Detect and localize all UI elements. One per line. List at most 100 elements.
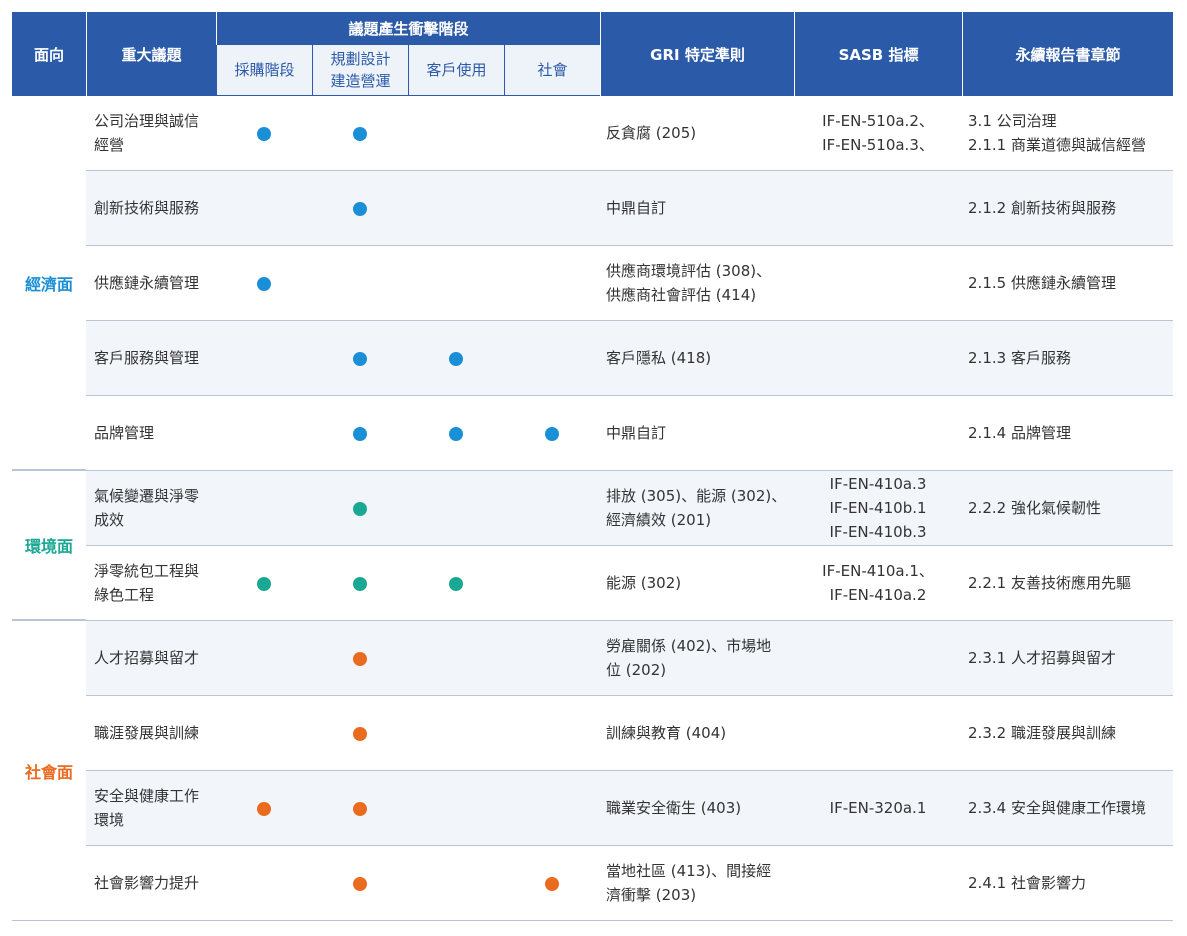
stage-cell: [504, 396, 601, 471]
topic-cell: 創新技術與服務: [86, 171, 216, 246]
cell-line: 2.1.5 供應鏈永續管理: [968, 274, 1116, 292]
sasb-cell: IF-EN-320a.1: [794, 771, 963, 846]
cell-line: 濟衝擊 (203): [606, 886, 697, 904]
topic-cell: 氣候變遷與淨零 成效: [86, 471, 216, 546]
stage-cell: [312, 846, 408, 921]
table-row: 供應鏈永續管理 供應商環境評估 (308)、 供應商社會評估 (414) 2.1.5 …: [12, 246, 1174, 321]
stage-cell: [408, 171, 504, 246]
impact-dot-icon: [257, 276, 271, 291]
impact-dot-icon: [545, 426, 559, 441]
cell-line: IF-EN-410a.2: [829, 586, 927, 604]
table-row: 淨零統包工程與 綠色工程 能源 (302) IF-EN-410a.1、 IF-EN-41…: [12, 546, 1174, 621]
stage-cell: [504, 846, 601, 921]
stage-cell: [504, 471, 601, 546]
header-chapter: 永續報告書章節: [962, 12, 1174, 96]
sasb-cell: [794, 321, 963, 396]
table-row: 社會面 人才招募與留才 勞雇關係 (402)、市場地位 (202) 2.3.1 人才招…: [12, 621, 1174, 921]
stage-cell: [216, 546, 312, 621]
cell-line: 公司治理與誠信: [94, 112, 200, 130]
gri-cell: 中鼎自訂: [600, 396, 795, 471]
stage-cell: [408, 771, 504, 846]
stage-cell: [312, 546, 408, 621]
sasb-cell: IF-EN-510a.2、 IF-EN-510a.3、: [794, 96, 963, 171]
cell-line: 經濟績效 (201): [606, 511, 712, 529]
aspect-env: 環境面: [12, 471, 86, 621]
cell-line: 綠色工程: [94, 586, 155, 604]
gri-cell: 供應商環境評估 (308)、 供應商社會評估 (414): [600, 246, 795, 321]
cell-line: 3.1 公司治理: [968, 112, 1057, 130]
cell-line: 品牌管理: [94, 424, 155, 442]
cell-line: 反貪腐 (205): [606, 124, 697, 142]
topic-cell: 品牌管理: [86, 396, 216, 471]
sasb-cell: [794, 621, 963, 696]
cell-line: 2.3.2 職涯發展與訓練: [968, 724, 1116, 742]
cell-line: IF-EN-320a.1: [829, 799, 927, 817]
gri-cell: 反貪腐 (205): [600, 96, 795, 171]
stage-cell: [504, 246, 601, 321]
chapter-cell: 2.1.2 創新技術與服務: [962, 171, 1174, 246]
stage-cell: [408, 246, 504, 321]
cell-line: 當地社區 (413)、間接經: [606, 862, 772, 880]
cell-line: 位 (202): [606, 661, 667, 679]
stage-cell: [408, 546, 504, 621]
topic-cell: 公司治理與誠信 經營: [86, 96, 216, 171]
topic-cell: 客戶服務與管理: [86, 321, 216, 396]
header-stage-procurement: 採購階段: [216, 45, 312, 96]
table-body: 經濟面 公司治理與誠信 經營 反貪腐 (205) IF-EN-510a.2、 IF-EN-…: [12, 96, 1174, 921]
topic-cell: 淨零統包工程與 綠色工程: [86, 546, 216, 621]
cell-line: 中鼎自訂: [606, 199, 667, 217]
cell-line: 客戶服務與管理: [94, 349, 200, 367]
stage-cell: [216, 621, 312, 696]
gri-cell: 能源 (302): [600, 546, 795, 621]
table-row: 環境面 氣候變遷與淨零 成效 排放 (305)、能源 (302)、 經濟績效 (201)…: [12, 471, 1174, 621]
stage-cell: [504, 321, 601, 396]
chapter-cell: 2.3.4 安全與健康工作環境: [962, 771, 1174, 846]
cell-line: 環境: [94, 811, 125, 829]
stage-cell: [408, 396, 504, 471]
topic-cell: 人才招募與留才: [86, 621, 216, 696]
stage-cell: [312, 246, 408, 321]
impact-dot-icon: [353, 126, 367, 141]
stage-cell: [312, 396, 408, 471]
impact-dot-icon: [353, 651, 367, 666]
stage-cell: [312, 696, 408, 771]
gri-cell: 職業安全衛生 (403): [600, 771, 795, 846]
cell-line: 供應商社會評估 (414): [606, 286, 757, 304]
cell-line: 創新技術與服務: [94, 199, 200, 217]
cell-line: 2.3.4 安全與健康工作環境: [968, 799, 1146, 817]
cell-line: 職涯發展與訓練: [94, 724, 200, 742]
impact-dot-icon: [449, 576, 463, 591]
header-stage-design-build: 規劃設計 建造營運: [312, 45, 408, 96]
header-sasb: SASB 指標: [794, 12, 963, 96]
cell-line: 2.4.1 社會影響力: [968, 874, 1086, 892]
cell-line: 成效: [94, 511, 125, 529]
stage-cell: [504, 171, 601, 246]
cell-line: IF-EN-510a.3、: [822, 136, 934, 154]
cell-line: 經營: [94, 136, 125, 154]
header-stage-customer-use: 客戶使用: [408, 45, 504, 96]
stage-cell: [216, 321, 312, 396]
gri-cell: 訓練與教育 (404): [600, 696, 795, 771]
stage-cell: [216, 846, 312, 921]
cell-line: 訓練與教育 (404): [606, 724, 727, 742]
table-row: 安全與健康工作 環境 職業安全衛生 (403) IF-EN-320a.1 2.3.4 安…: [12, 771, 1174, 846]
impact-dot-icon: [353, 351, 367, 366]
gri-cell: 當地社區 (413)、間接經 濟衝擊 (203): [600, 846, 795, 921]
cell-line: 淨零統包工程與: [94, 562, 200, 580]
stage-cell: [312, 621, 408, 696]
impact-dot-icon: [353, 576, 367, 591]
cell-line: 社會影響力提升: [94, 874, 200, 892]
stage-cell: [216, 396, 312, 471]
cell-line: 氣候變遷與淨零: [94, 487, 200, 505]
cell-line: 2.1.4 品牌管理: [968, 424, 1071, 442]
cell-line: 2.1.1 商業道德與誠信經營: [968, 136, 1146, 154]
stage-cell: [312, 471, 408, 546]
table-row: 社會影響力提升 當地社區 (413)、間接經 濟衝擊 (203) 2.4.1 社會影響…: [12, 846, 1174, 921]
impact-dot-icon: [545, 876, 559, 891]
cell-line: 客戶隱私 (418): [606, 349, 712, 367]
topic-cell: 職涯發展與訓練: [86, 696, 216, 771]
header-gri: GRI 特定準則: [600, 12, 795, 96]
stage-cell: [216, 471, 312, 546]
cell-line: 能源 (302): [606, 574, 682, 592]
sasb-cell: [794, 171, 963, 246]
